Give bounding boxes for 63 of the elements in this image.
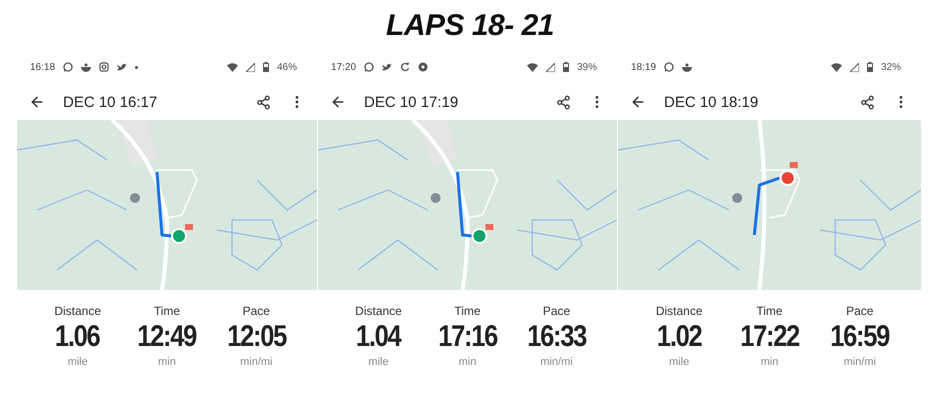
wifi-icon — [830, 62, 842, 72]
status-time: 17:20 — [331, 62, 356, 72]
camera-icon — [99, 62, 110, 72]
battery-icon — [866, 62, 873, 72]
stat-value: 17:22 — [740, 319, 799, 355]
back-icon[interactable] — [330, 94, 346, 110]
battery-percent: 32% — [880, 62, 901, 72]
stat-label: Distance — [54, 304, 101, 318]
stat-label: Pace — [242, 304, 270, 318]
back-icon[interactable] — [29, 94, 45, 110]
chat-icon — [664, 62, 674, 72]
wifi-icon — [226, 62, 238, 72]
status-time: 16:18 — [30, 62, 56, 72]
stat-unit: mile — [669, 356, 690, 368]
stat-value: 1.06 — [55, 319, 100, 355]
page-title: LAPS 18- 21 — [386, 8, 554, 44]
status-time: 18:19 — [631, 62, 656, 72]
stat-unit: min/mi — [540, 356, 573, 368]
back-icon[interactable] — [630, 94, 646, 110]
stat-value: 12:05 — [226, 319, 286, 355]
wifi-icon — [526, 62, 538, 72]
stat-label: Distance — [355, 304, 402, 318]
stat-label: Distance — [656, 304, 702, 318]
share-icon[interactable] — [860, 94, 875, 110]
stat-label: Time — [454, 304, 481, 318]
bird-icon — [117, 62, 128, 72]
stat-label: Time — [154, 304, 180, 318]
screen-title: DEC 10 17:19 — [364, 94, 460, 110]
share-icon[interactable] — [256, 94, 271, 110]
battery-percent: 46% — [276, 62, 297, 72]
stat-label: Time — [756, 304, 783, 318]
dot-icon — [135, 66, 138, 68]
signal-icon — [546, 62, 555, 72]
screen-title: DEC 10 18:19 — [664, 94, 760, 110]
bird-icon — [382, 62, 392, 72]
ball-icon — [418, 62, 428, 72]
chat-icon — [364, 62, 374, 72]
stat-value: 17:16 — [438, 319, 497, 355]
battery-percent: 39% — [576, 62, 597, 72]
stat-unit: min — [158, 356, 176, 368]
stat-unit: min — [760, 356, 778, 368]
battery-icon — [562, 62, 569, 72]
bowl-icon — [682, 62, 692, 72]
stat-unit: mile — [68, 356, 88, 368]
stat-label: Pace — [542, 304, 570, 318]
stat-unit: min/mi — [240, 356, 272, 368]
sync-icon — [400, 62, 410, 72]
bowl-icon — [81, 62, 92, 72]
stat-value: 12:49 — [138, 319, 196, 355]
stat-value: 16:59 — [830, 319, 890, 355]
stat-unit: min/mi — [844, 356, 876, 368]
stat-unit: mile — [368, 356, 389, 368]
signal-icon — [850, 62, 859, 72]
stat-unit: min — [458, 356, 476, 368]
stat-label: Pace — [846, 304, 874, 318]
screen-title: DEC 10 16:17 — [63, 94, 158, 110]
stat-value: 1.02 — [656, 319, 702, 355]
share-icon[interactable] — [556, 94, 571, 110]
stat-value: 1.04 — [356, 319, 401, 355]
signal-icon — [246, 62, 255, 72]
chat-icon — [63, 62, 74, 72]
stat-value: 16:33 — [527, 319, 586, 355]
battery-icon — [262, 62, 269, 72]
